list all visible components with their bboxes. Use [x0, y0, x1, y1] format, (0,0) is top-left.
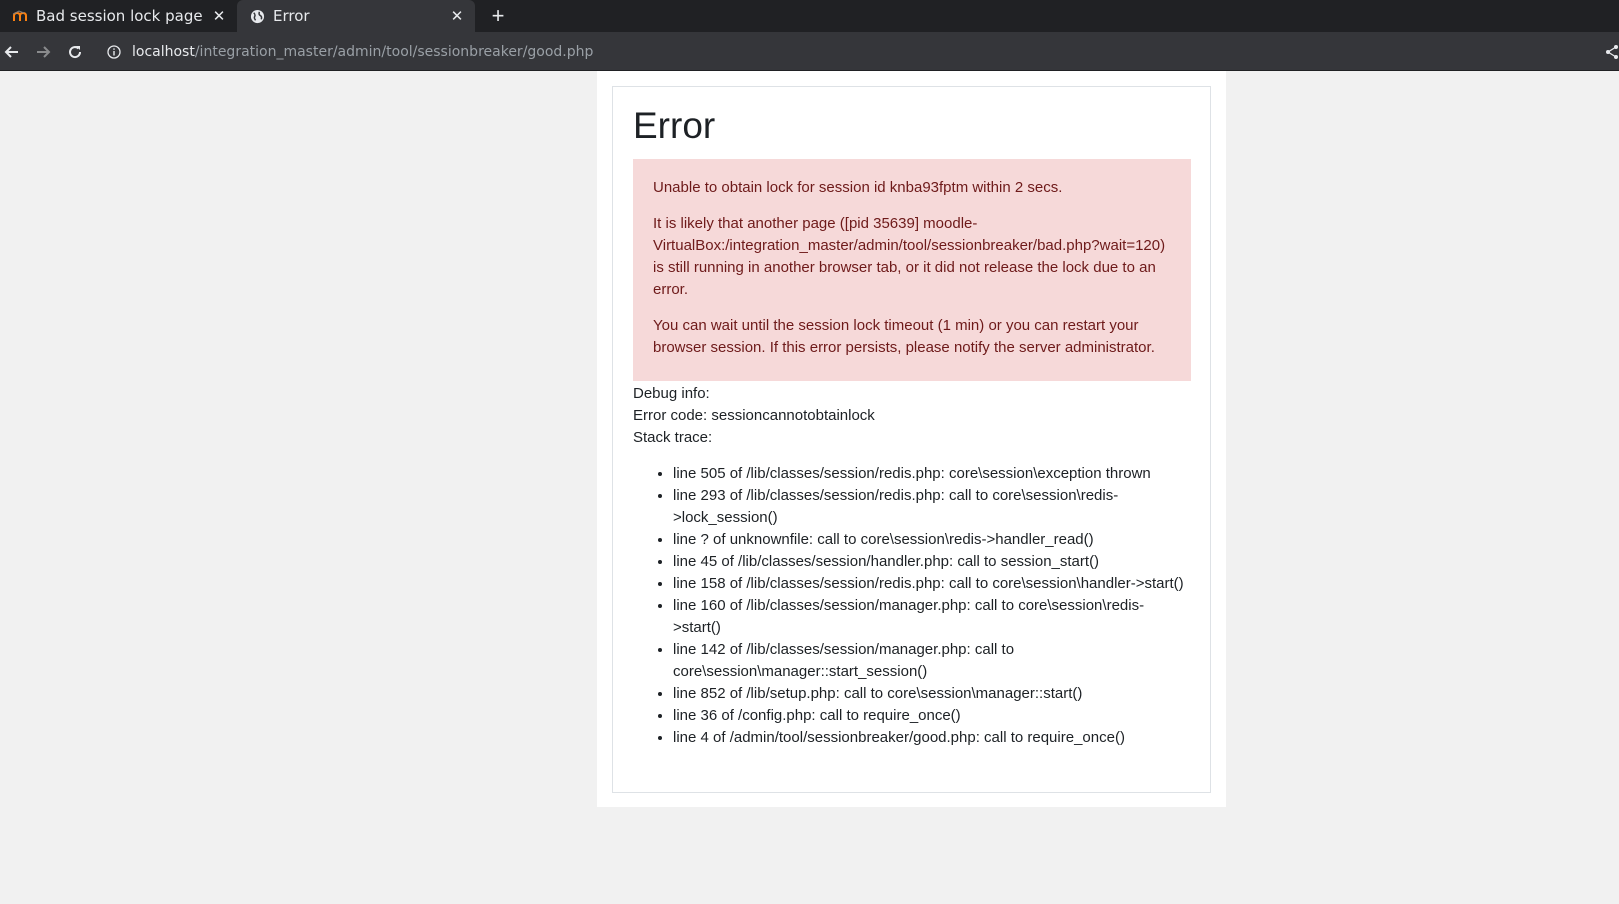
new-tab-button[interactable]: + — [486, 3, 510, 28]
error-card: Error Unable to obtain lock for session … — [612, 86, 1211, 793]
browser-toolbar: localhost/integration_master/admin/tool/… — [0, 32, 1619, 71]
list-item: line 158 of /lib/classes/session/redis.p… — [673, 573, 1191, 595]
list-item: line 36 of /config.php: call to require_… — [673, 705, 1191, 727]
stack-trace-list: line 505 of /lib/classes/session/redis.p… — [633, 463, 1191, 749]
url-host: localhost — [132, 43, 195, 60]
tab-error[interactable]: Error ✕ — [237, 0, 475, 32]
debug-info-label: Debug info: — [633, 385, 710, 402]
moodle-favicon-icon — [12, 8, 28, 24]
url-path: /integration_master/admin/tool/sessionbr… — [194, 43, 594, 60]
alert-explanation: It is likely that another page ([pid 356… — [653, 215, 1166, 298]
list-item: line 4 of /admin/tool/sessionbreaker/goo… — [673, 727, 1191, 749]
reload-icon — [69, 46, 82, 59]
list-item: line 160 of /lib/classes/session/manager… — [673, 595, 1191, 639]
list-item: line 505 of /lib/classes/session/redis.p… — [673, 463, 1191, 485]
close-tab-icon[interactable]: ✕ — [447, 6, 467, 26]
forward-arrow-icon — [37, 46, 51, 58]
back-button[interactable] — [0, 40, 24, 64]
tab-title: Bad session lock page — [36, 7, 203, 25]
alert-advice: You can wait until the session lock time… — [653, 317, 1155, 356]
page-container: Error Unable to obtain lock for session … — [597, 71, 1226, 807]
page-title: Error — [633, 105, 716, 146]
share-icon[interactable] — [1605, 44, 1619, 60]
url-text: localhost/integration_master/admin/tool/… — [132, 44, 593, 60]
tab-bad-session-lock-page[interactable]: Bad session lock page ✕ — [0, 0, 237, 32]
error-alert: Unable to obtain lock for session id knb… — [633, 159, 1191, 381]
browser-tab-bar: Bad session lock page ✕ Error ✕ + — [0, 0, 1619, 32]
site-info-icon[interactable] — [106, 44, 122, 60]
alert-message: Unable to obtain lock for session id knb… — [653, 179, 1063, 196]
address-bar[interactable]: localhost/integration_master/admin/tool/… — [98, 36, 1598, 67]
debug-section: Debug info: Error code: sessioncannotobt… — [633, 383, 1191, 449]
list-item: line 293 of /lib/classes/session/redis.p… — [673, 485, 1191, 529]
forward-button[interactable] — [31, 40, 55, 64]
error-code: Error code: sessioncannotobtainlock — [633, 407, 875, 424]
list-item: line 142 of /lib/classes/session/manager… — [673, 639, 1191, 683]
back-arrow-icon — [4, 46, 18, 58]
close-tab-icon[interactable]: ✕ — [209, 6, 229, 26]
list-item: line 45 of /lib/classes/session/handler.… — [673, 551, 1191, 573]
list-item: line 852 of /lib/setup.php: call to core… — [673, 683, 1191, 705]
reload-button[interactable] — [63, 40, 87, 64]
stack-trace-label: Stack trace: — [633, 429, 713, 446]
tab-title: Error — [273, 7, 310, 25]
list-item: line ? of unknownfile: call to core\sess… — [673, 529, 1191, 551]
globe-icon — [249, 8, 265, 24]
